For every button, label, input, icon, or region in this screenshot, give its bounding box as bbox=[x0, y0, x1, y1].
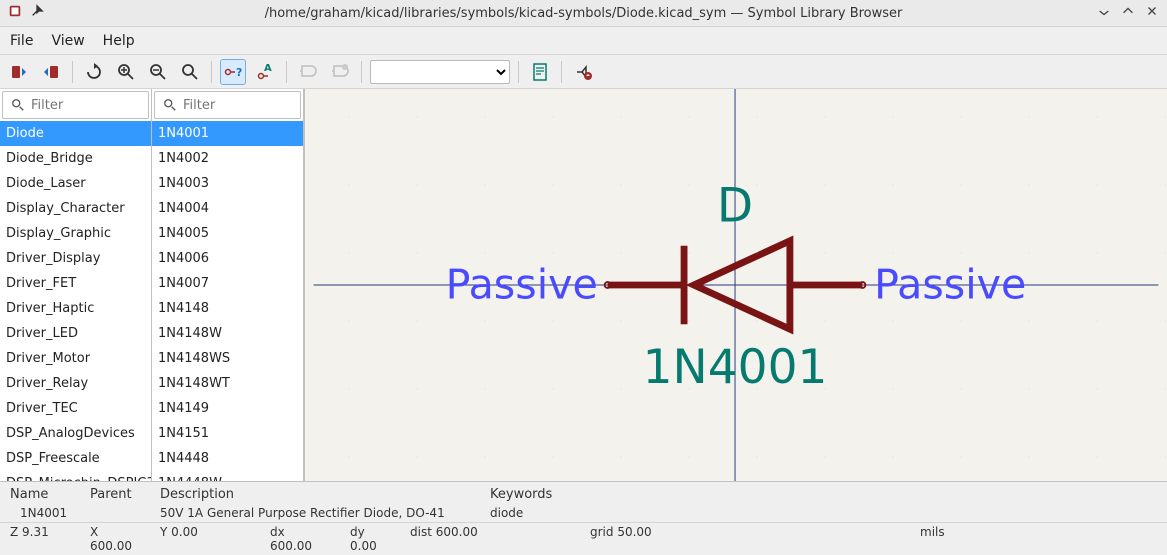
status-desc-header: Description bbox=[150, 485, 480, 504]
status-parent bbox=[80, 504, 150, 522]
status-dx: dx 600.00 bbox=[260, 523, 340, 555]
symbol-filter[interactable] bbox=[154, 91, 301, 119]
zoom-fit-button[interactable] bbox=[177, 59, 203, 85]
toolbar: ? A bbox=[0, 55, 1167, 89]
library-filter-input[interactable] bbox=[31, 98, 140, 113]
symbol-row[interactable]: 1N4004 bbox=[152, 196, 303, 221]
status-units: mils bbox=[910, 523, 955, 555]
status-x: X 600.00 bbox=[80, 523, 150, 555]
unit-select[interactable] bbox=[370, 60, 510, 84]
show-pintype-button[interactable]: ? bbox=[220, 59, 246, 85]
symbol-row[interactable]: 1N4005 bbox=[152, 221, 303, 246]
library-row[interactable]: Driver_LED bbox=[0, 321, 151, 346]
symbol-panel: 1N40011N40021N40031N40041N40051N40061N40… bbox=[152, 89, 304, 481]
menu-view[interactable]: View bbox=[51, 33, 84, 49]
titlebar: /home/graham/kicad/libraries/symbols/kic… bbox=[0, 0, 1167, 27]
search-icon bbox=[11, 98, 25, 112]
symbol-row[interactable]: 1N4148WT bbox=[152, 371, 303, 396]
status-desc: 50V 1A General Purpose Rectifier Diode, … bbox=[150, 504, 480, 522]
menu-help[interactable]: Help bbox=[103, 33, 135, 49]
status-z: Z 9.31 bbox=[0, 523, 80, 555]
status-keywords: diode bbox=[480, 504, 533, 522]
library-row[interactable]: DSP_Microchip_DSPIC33 bbox=[0, 471, 151, 481]
canvas[interactable]: D 1N4001 Passive Passive bbox=[304, 89, 1167, 481]
unit-b-button[interactable] bbox=[327, 59, 353, 85]
show-pinnum-button[interactable]: A bbox=[252, 59, 278, 85]
symbol-row[interactable]: 1N4448W bbox=[152, 471, 303, 481]
status-y: Y 0.00 bbox=[150, 523, 260, 555]
refresh-button[interactable] bbox=[81, 59, 107, 85]
symbol-row[interactable]: 1N4007 bbox=[152, 271, 303, 296]
symbol-list[interactable]: 1N40011N40021N40031N40041N40051N40061N40… bbox=[152, 121, 303, 481]
symbol-row[interactable]: 1N4151 bbox=[152, 421, 303, 446]
library-row[interactable]: Driver_Motor bbox=[0, 346, 151, 371]
maximize-icon[interactable] bbox=[1121, 4, 1135, 22]
symbol-row[interactable]: 1N4148 bbox=[152, 296, 303, 321]
status-name: 1N4001 bbox=[0, 504, 80, 522]
svg-text:A: A bbox=[264, 63, 272, 74]
library-row[interactable]: Driver_Relay bbox=[0, 371, 151, 396]
library-row[interactable]: Driver_FET bbox=[0, 271, 151, 296]
status-name-header: Name bbox=[0, 485, 80, 504]
insert-symbol-button[interactable] bbox=[570, 59, 596, 85]
search-icon bbox=[163, 98, 177, 112]
window-title: /home/graham/kicad/libraries/symbols/kic… bbox=[68, 6, 1099, 21]
library-row[interactable]: Diode_Laser bbox=[0, 171, 151, 196]
status-parent-header: Parent bbox=[80, 485, 150, 504]
library-row[interactable]: Driver_TEC bbox=[0, 396, 151, 421]
main: DiodeDiode_BridgeDiode_LaserDisplay_Char… bbox=[0, 89, 1167, 481]
close-icon[interactable] bbox=[1145, 4, 1159, 22]
symbol-row[interactable]: 1N4448 bbox=[152, 446, 303, 471]
app-icon bbox=[8, 4, 22, 22]
library-row[interactable]: DSP_AnalogDevices bbox=[0, 421, 151, 446]
symbol-filter-input[interactable] bbox=[183, 98, 292, 113]
unit-a-button[interactable] bbox=[295, 59, 321, 85]
menu-file[interactable]: File bbox=[10, 33, 33, 49]
prev-symbol-button[interactable] bbox=[6, 59, 32, 85]
library-row[interactable]: DSP_Freescale bbox=[0, 446, 151, 471]
zoom-in-button[interactable] bbox=[113, 59, 139, 85]
symbol-row[interactable]: 1N4148WS bbox=[152, 346, 303, 371]
pin-icon[interactable] bbox=[30, 4, 44, 22]
library-row[interactable]: Display_Graphic bbox=[0, 221, 151, 246]
datasheet-button[interactable] bbox=[527, 59, 553, 85]
svg-text:?: ? bbox=[236, 66, 242, 79]
status-keywords-header: Keywords bbox=[480, 485, 562, 504]
next-symbol-button[interactable] bbox=[38, 59, 64, 85]
symbol-row[interactable]: 1N4002 bbox=[152, 146, 303, 171]
library-row[interactable]: Diode_Bridge bbox=[0, 146, 151, 171]
library-row[interactable]: Driver_Haptic bbox=[0, 296, 151, 321]
zoom-out-button[interactable] bbox=[145, 59, 171, 85]
library-panel: DiodeDiode_BridgeDiode_LaserDisplay_Char… bbox=[0, 89, 152, 481]
symbol-row[interactable]: 1N4001 bbox=[152, 121, 303, 146]
library-filter[interactable] bbox=[2, 91, 149, 119]
status-dist: dist 600.00 bbox=[400, 523, 580, 555]
symbol-row[interactable]: 1N4006 bbox=[152, 246, 303, 271]
symbol-row[interactable]: 1N4148W bbox=[152, 321, 303, 346]
symbol-row[interactable]: 1N4149 bbox=[152, 396, 303, 421]
symbol-row[interactable]: 1N4003 bbox=[152, 171, 303, 196]
status-grid: grid 50.00 bbox=[580, 523, 910, 555]
library-row[interactable]: Diode bbox=[0, 121, 151, 146]
library-row[interactable]: Display_Character bbox=[0, 196, 151, 221]
menubar: File View Help bbox=[0, 27, 1167, 55]
statusbar: Name Parent Description Keywords 1N4001 … bbox=[0, 481, 1167, 555]
library-list[interactable]: DiodeDiode_BridgeDiode_LaserDisplay_Char… bbox=[0, 121, 151, 481]
minimize-icon[interactable] bbox=[1097, 4, 1111, 22]
library-row[interactable]: Driver_Display bbox=[0, 246, 151, 271]
status-dy: dy 0.00 bbox=[340, 523, 400, 555]
